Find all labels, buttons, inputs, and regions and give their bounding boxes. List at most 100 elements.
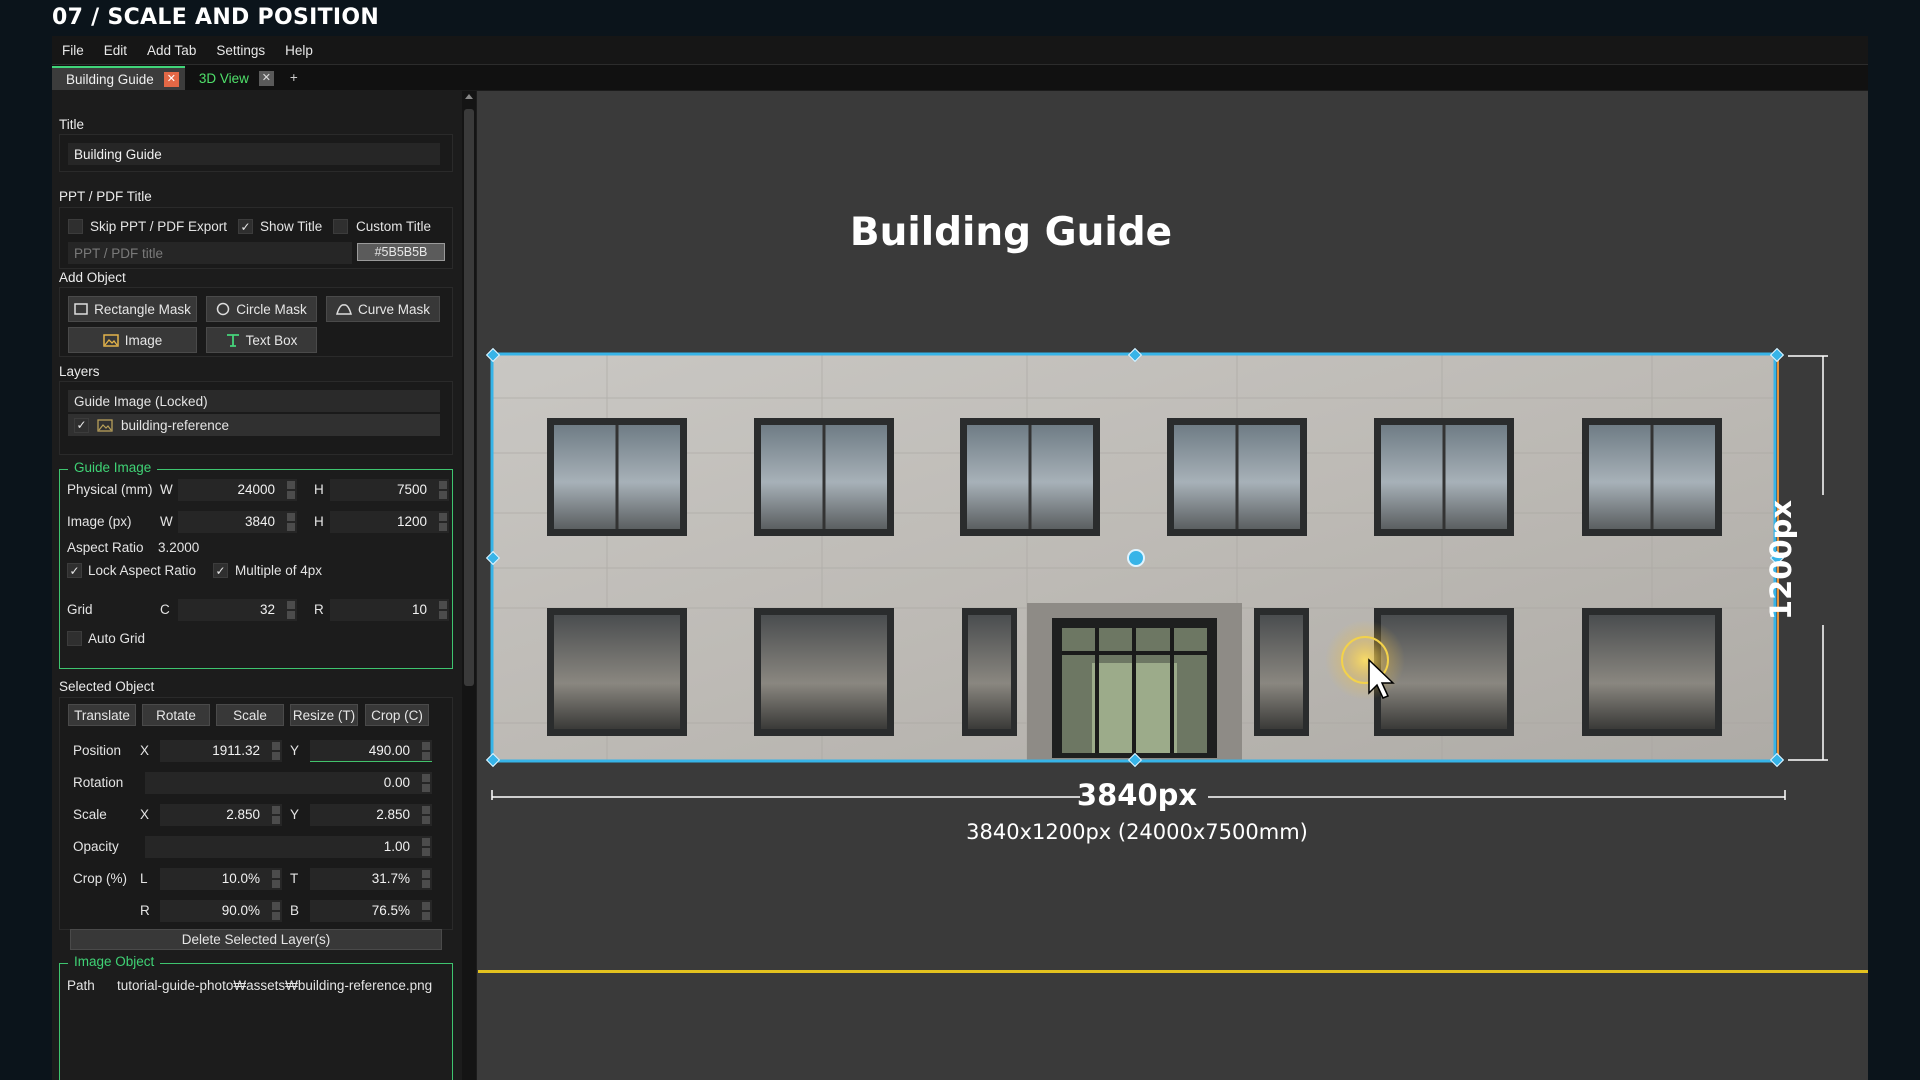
scrollbar-thumb[interactable] (464, 109, 474, 686)
spinner[interactable] (422, 806, 430, 824)
add-text-box-button[interactable]: Text Box (206, 327, 317, 353)
rotate-button[interactable]: Rotate (142, 704, 210, 726)
value: 3840 (244, 514, 275, 529)
auto-grid-checkbox[interactable] (67, 631, 82, 646)
close-icon[interactable]: ✕ (163, 71, 179, 87)
circle-mask-button[interactable]: Circle Mask (206, 296, 317, 322)
image-h-label: H (314, 514, 324, 529)
scale-y-input[interactable]: 2.850 (310, 804, 432, 826)
layers-label: Layers (59, 364, 100, 379)
curve-mask-button[interactable]: Curve Mask (326, 296, 440, 322)
physical-height-input[interactable]: 7500 (330, 479, 449, 501)
translate-button[interactable]: Translate (68, 704, 136, 726)
spinner[interactable] (439, 513, 447, 531)
crop-top-input[interactable]: 31.7% (310, 868, 432, 890)
menu-settings[interactable]: Settings (206, 43, 275, 58)
tab-3d-view[interactable]: 3D View ✕ (185, 66, 280, 90)
crop-label: Crop (%) (73, 871, 128, 886)
title-box: Building Guide (59, 134, 453, 172)
add-image-button[interactable]: Image (68, 327, 197, 353)
image-icon (102, 333, 119, 347)
close-icon[interactable]: ✕ (258, 70, 274, 86)
image-px-label: Image (px) (67, 514, 132, 529)
menu-bar: File Edit Add Tab Settings Help (52, 36, 1868, 64)
value: 10 (411, 602, 427, 617)
skip-export-checkbox[interactable] (68, 219, 83, 234)
menu-help[interactable]: Help (275, 43, 323, 58)
spinner[interactable] (287, 481, 295, 499)
dimensions-caption: 3840x1200px (24000x7500mm) (966, 820, 1308, 844)
aspect-ratio-label: Aspect Ratio (67, 540, 144, 555)
rotation-input[interactable]: 0.00 (145, 772, 432, 794)
text-icon (226, 334, 239, 347)
crop-bottom-input[interactable]: 76.5% (310, 900, 432, 922)
layers-box: Guide Image (Locked) ✓ building-referenc… (59, 381, 453, 455)
value: 490.00 (368, 743, 410, 758)
spinner[interactable] (422, 902, 430, 920)
delete-layers-button[interactable]: Delete Selected Layer(s) (70, 929, 442, 950)
spinner[interactable] (287, 601, 295, 619)
crop-button[interactable]: Crop (C) (365, 704, 429, 726)
spinner[interactable] (287, 513, 295, 531)
position-x-input[interactable]: 1911.32 (160, 740, 282, 762)
rectangle-mask-button[interactable]: Rectangle Mask (68, 296, 197, 322)
value: 0.00 (383, 775, 410, 790)
spinner[interactable] (422, 742, 430, 760)
image-width-input[interactable]: 3840 (178, 511, 297, 533)
rectangle-icon (74, 303, 88, 315)
add-object-box: Rectangle Mask Circle Mask Curve Mask Im… (59, 287, 453, 357)
lock-aspect-checkbox[interactable]: ✓ (67, 563, 82, 578)
menu-file[interactable]: File (52, 43, 94, 58)
custom-title-checkbox[interactable] (333, 219, 348, 234)
tab-building-guide[interactable]: Building Guide ✕ (52, 66, 185, 90)
guide-line[interactable] (478, 970, 1868, 973)
menu-edit[interactable]: Edit (94, 43, 137, 58)
spinner[interactable] (422, 838, 430, 856)
title-input[interactable]: Building Guide (68, 143, 440, 165)
lock-aspect-label: Lock Aspect Ratio (88, 563, 197, 578)
title-color-swatch[interactable]: #5B5B5B (357, 243, 445, 261)
spinner[interactable] (272, 902, 280, 920)
opacity-input[interactable]: 1.00 (145, 836, 432, 858)
value: 32 (259, 602, 275, 617)
layer-visible-checkbox[interactable]: ✓ (74, 417, 89, 433)
spinner[interactable] (422, 870, 430, 888)
position-label: Position (73, 743, 122, 758)
physical-width-input[interactable]: 24000 (178, 479, 297, 501)
position-y-input[interactable]: 490.00 (310, 740, 432, 762)
resize-button[interactable]: Resize (T) (290, 704, 358, 726)
crop-left-input[interactable]: 10.0% (160, 868, 282, 890)
grid-columns-input[interactable]: 32 (178, 599, 297, 621)
scale-y-label: Y (290, 807, 300, 822)
spinner[interactable] (439, 601, 447, 619)
spinner[interactable] (272, 742, 280, 760)
tab-label: 3D View (198, 70, 249, 86)
add-tab-button[interactable]: + (280, 70, 308, 90)
ppt-title-input[interactable]: PPT / PDF title (68, 242, 352, 264)
spinner[interactable] (422, 774, 430, 792)
grid-rows-input[interactable]: 10 (330, 599, 449, 621)
scale-button[interactable]: Scale (216, 704, 284, 726)
guide-image-label: Guide Image (68, 460, 158, 475)
spinner[interactable] (272, 870, 280, 888)
crop-right-input[interactable]: 90.0% (160, 900, 282, 922)
menu-add-tab[interactable]: Add Tab (137, 43, 206, 58)
position-x-label: X (140, 743, 150, 758)
physical-label: Physical (mm) (67, 482, 153, 497)
value: 7500 (396, 482, 427, 497)
spinner[interactable] (272, 806, 280, 824)
scroll-up-arrow-icon[interactable] (465, 94, 473, 99)
spinner[interactable] (439, 481, 447, 499)
layer-item-row[interactable]: ✓ building-reference (68, 414, 440, 436)
tab-label: Building Guide (66, 71, 154, 87)
image-height-input[interactable]: 1200 (330, 511, 449, 533)
button-label: Circle Mask (236, 301, 307, 317)
layer-group-label: Guide Image (Locked) (74, 393, 208, 409)
scale-x-input[interactable]: 2.850 (160, 804, 282, 826)
layer-group-row[interactable]: Guide Image (Locked) (68, 390, 440, 412)
layer-item-label: building-reference (121, 417, 230, 433)
show-title-checkbox[interactable]: ✓ (238, 219, 253, 234)
pivot-handle[interactable] (1127, 549, 1145, 567)
multiple-4px-checkbox[interactable]: ✓ (213, 563, 228, 578)
add-object-label: Add Object (59, 270, 126, 285)
